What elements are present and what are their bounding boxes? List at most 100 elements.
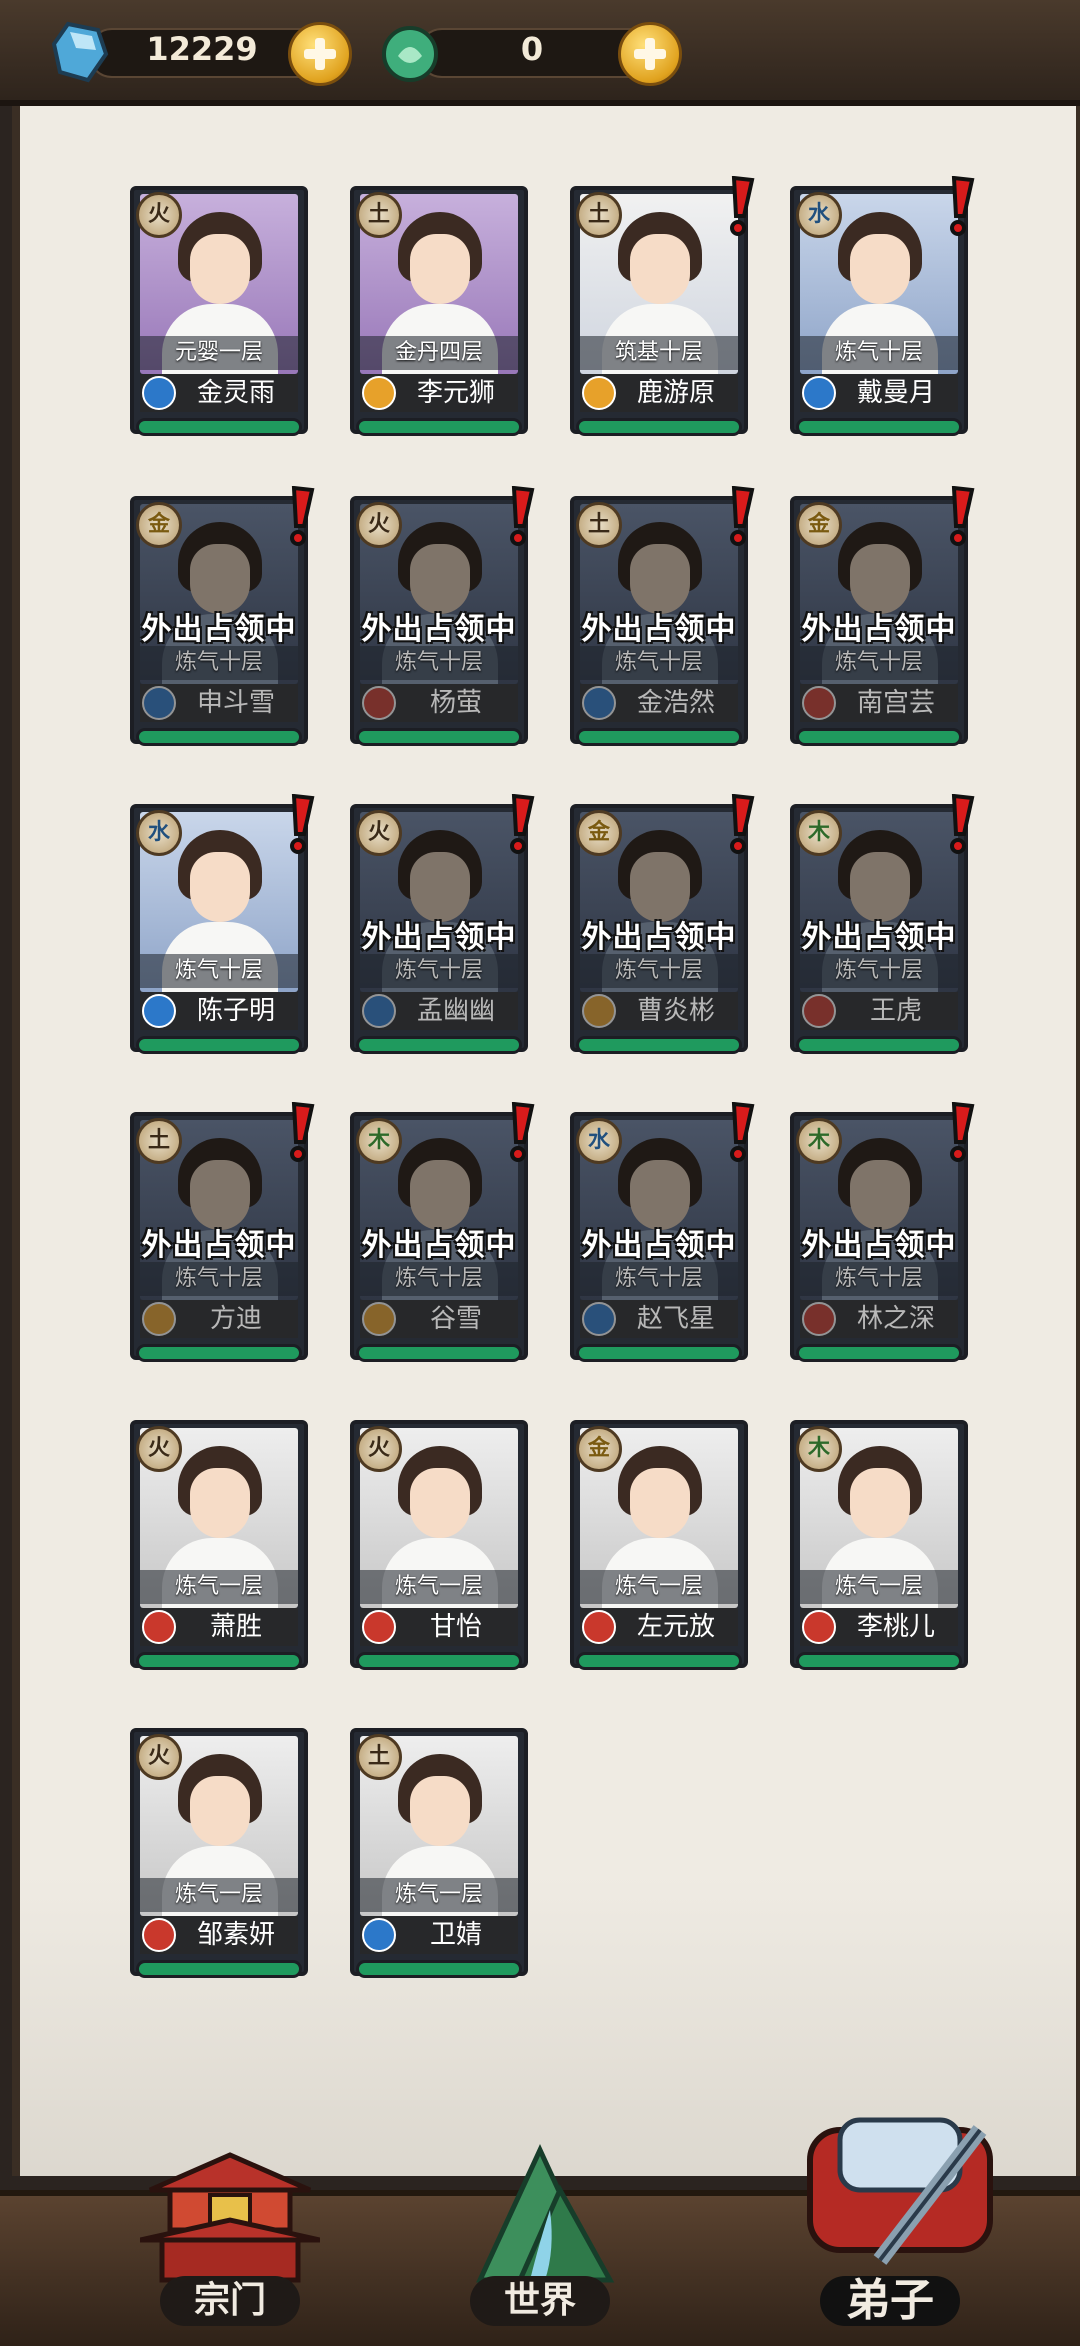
disciple-card[interactable]: 金炼气十层曹炎彬 外出占领中: [570, 794, 755, 1060]
sect-flame-icon: [582, 994, 616, 1028]
nav-world[interactable]: 世界: [430, 2144, 650, 2340]
nav-world-label: 世界: [470, 2276, 610, 2326]
name-row: 金灵雨: [140, 374, 298, 412]
element-badge-icon: 火: [136, 1426, 182, 1472]
top-resource-bar: 12229 0: [0, 0, 1080, 106]
disciple-card[interactable]: 土炼气一层卫婧: [350, 1728, 528, 1984]
name-row: 李桃儿: [800, 1608, 958, 1646]
sect-flame-icon: [362, 1918, 396, 1952]
sect-flame-icon: [582, 686, 616, 720]
disciple-card[interactable]: 土筑基十层 鹿游原: [570, 176, 755, 442]
disciple-name: 李元狮: [416, 378, 495, 408]
status-label: 外出占领中: [141, 612, 297, 647]
portrait-face: [410, 1776, 470, 1846]
element-badge-icon: 金: [576, 1426, 622, 1472]
hp-bar: [356, 418, 522, 436]
status-label: 外出占领中: [361, 920, 517, 955]
disciple-name: 陈子明: [196, 996, 275, 1026]
realm-label: 炼气十层: [140, 1262, 298, 1296]
add-gem-button[interactable]: [618, 22, 682, 86]
status-label: 外出占领中: [361, 1228, 517, 1263]
sect-flame-icon: [142, 1918, 176, 1952]
status-label: 外出占领中: [801, 920, 957, 955]
sect-flame-icon: [142, 686, 176, 720]
alert-exclamation-icon: [950, 794, 975, 854]
disciple-card[interactable]: 土炼气十层 金浩然 外出占领中: [570, 486, 755, 752]
disciple-card[interactable]: 火炼气十层 杨萤 外出占领中: [350, 486, 535, 752]
sect-flame-icon: [142, 1302, 176, 1336]
portrait-face: [850, 234, 910, 304]
realm-label: 炼气十层: [580, 954, 738, 988]
disciple-card[interactable]: 火炼气一层 甘怡: [350, 1420, 528, 1676]
disciple-name: 邹素妍: [196, 1920, 275, 1950]
sect-flame-icon: [582, 1302, 616, 1336]
disciple-card[interactable]: 水炼气十层 陈子明: [130, 794, 315, 1060]
hp-bar: [576, 1344, 742, 1362]
element-badge-icon: 金: [136, 502, 182, 548]
name-row: 孟幽幽: [360, 992, 518, 1030]
element-badge-icon: 水: [136, 810, 182, 856]
element-badge-icon: 金: [576, 810, 622, 856]
disciple-card[interactable]: 土炼气十层 方迪 外出占领中: [130, 1102, 315, 1368]
realm-label: 炼气一层: [580, 1570, 738, 1604]
element-badge-icon: 火: [356, 1426, 402, 1472]
disciple-card[interactable]: 土金丹四层 李元狮: [350, 186, 528, 442]
hp-bar: [796, 728, 962, 746]
alert-exclamation-icon: [730, 486, 755, 546]
realm-label: 炼气一层: [360, 1878, 518, 1912]
realm-label: 炼气十层: [800, 954, 958, 988]
hp-bar: [136, 1652, 302, 1670]
add-jade-button[interactable]: [288, 22, 352, 86]
nav-disciples[interactable]: 弟子: [780, 2117, 1000, 2340]
element-badge-icon: 土: [356, 1734, 402, 1780]
name-row: 赵飞星: [580, 1300, 738, 1338]
disciple-card[interactable]: 火元婴一层 金灵雨: [130, 186, 308, 442]
sect-flame-icon: [802, 994, 836, 1028]
disciple-card[interactable]: 水炼气十层 戴曼月: [790, 176, 975, 442]
sect-flame-icon: [362, 1302, 396, 1336]
gem-value: 0: [520, 30, 544, 68]
gem-currency: 0: [378, 20, 682, 86]
disciple-panel: 火元婴一层 金灵雨土金丹四层 李元狮土筑基十层 鹿游原水炼气十层 戴曼月金炼气十层 申斗雪…: [12, 106, 1080, 2176]
disciple-name: 金灵雨: [196, 378, 275, 408]
disciple-card[interactable]: 金炼气十层 南宫芸 外出占领中: [790, 486, 975, 752]
alert-exclamation-icon: [950, 1102, 975, 1162]
name-row: 金浩然: [580, 684, 738, 722]
disciple-name: 甘怡: [429, 1612, 482, 1642]
disciple-name: 曹炎彬: [636, 996, 715, 1026]
name-row: 戴曼月: [800, 374, 958, 412]
disciple-card[interactable]: 木炼气一层 李桃儿: [790, 1420, 968, 1676]
disciple-name: 卫婧: [429, 1920, 482, 1950]
alert-exclamation-icon: [510, 794, 535, 854]
name-row: 李元狮: [360, 374, 518, 412]
portrait-face: [190, 1776, 250, 1846]
disciple-name: 萧胜: [209, 1612, 262, 1642]
disciple-name: 戴曼月: [856, 378, 935, 408]
disciple-card[interactable]: 火炼气十层 孟幽幽 外出占领中: [350, 794, 535, 1060]
name-row: 谷雪: [360, 1300, 518, 1338]
element-badge-icon: 火: [136, 192, 182, 238]
disciple-card[interactable]: 火炼气一层 萧胜: [130, 1420, 308, 1676]
disciple-name: 金浩然: [636, 688, 715, 718]
hp-bar: [796, 1652, 962, 1670]
disciple-card[interactable]: 木炼气十层 王虎 外出占领中: [790, 794, 975, 1060]
disciple-card[interactable]: 火炼气一层 邹素妍: [130, 1728, 308, 1984]
sect-flame-icon: [582, 1610, 616, 1644]
disciple-card[interactable]: 水炼气十层 赵飞星 外出占领中: [570, 1102, 755, 1368]
element-badge-icon: 水: [796, 192, 842, 238]
disciple-card[interactable]: 金炼气一层 左元放: [570, 1420, 748, 1676]
sect-flame-icon: [582, 376, 616, 410]
disciple-card[interactable]: 木炼气十层 林之深 外出占领中: [790, 1102, 975, 1368]
sect-flame-icon: [142, 376, 176, 410]
disciple-card[interactable]: 木炼气十层 谷雪 外出占领中: [350, 1102, 535, 1368]
nav-sect[interactable]: 宗门: [120, 2150, 340, 2340]
element-badge-icon: 土: [136, 1118, 182, 1164]
disciple-name: 鹿游原: [636, 378, 715, 408]
name-row: 曹炎彬: [580, 992, 738, 1030]
realm-label: 炼气十层: [580, 1262, 738, 1296]
hp-bar: [576, 1036, 742, 1054]
name-row: 申斗雪: [140, 684, 298, 722]
portrait-face: [190, 1468, 250, 1538]
disciple-card[interactable]: 金炼气十层 申斗雪 外出占领中: [130, 486, 315, 752]
status-label: 外出占领中: [581, 920, 737, 955]
